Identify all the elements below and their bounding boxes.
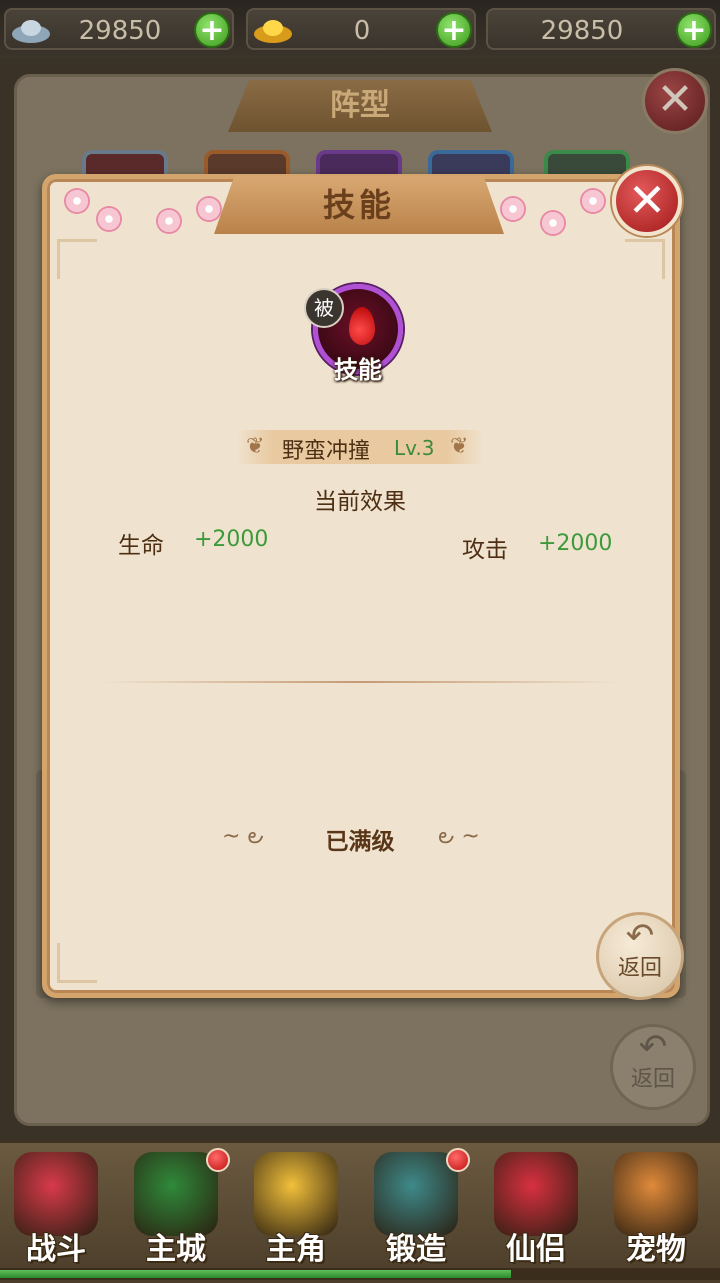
blossom-decoration xyxy=(540,210,566,236)
blood-drop-icon xyxy=(349,307,375,345)
nav-hero[interactable]: 主角 xyxy=(240,1146,352,1267)
dialog-close-button[interactable]: ✕ xyxy=(612,166,682,236)
nav-label: 锻造 xyxy=(386,1232,446,1267)
silver-amount: 29850 xyxy=(78,16,162,46)
blossom-decoration xyxy=(500,196,526,222)
silver-ingot-icon xyxy=(12,20,50,43)
nav-label: 主城 xyxy=(146,1232,206,1267)
nav-forge-hammer[interactable]: 锻造 xyxy=(360,1146,472,1267)
back-arrow-icon: ↶ xyxy=(638,1027,668,1067)
stat-hp-value: +2000 xyxy=(194,527,269,552)
nav-label: 主角 xyxy=(266,1232,326,1267)
skill-icon-label: 技能 xyxy=(334,356,382,384)
blossom-decoration xyxy=(580,188,606,214)
nav-label: 宠物 xyxy=(626,1232,686,1267)
cloud-ornament-icon: ~ ౿ xyxy=(222,824,264,849)
silver-resource: 29850 + xyxy=(4,8,234,50)
progress-fill xyxy=(0,1270,511,1278)
skill-level: Lv.3 xyxy=(394,436,435,460)
nav-city[interactable]: 主城 xyxy=(120,1146,232,1267)
nav-battle[interactable]: 战斗 xyxy=(0,1146,112,1267)
skill-name: 野蛮冲撞 xyxy=(282,439,371,464)
notification-dot xyxy=(206,1148,230,1172)
nav-label: 战斗 xyxy=(26,1232,86,1267)
stat-hp-label: 生命 xyxy=(118,533,164,559)
max-level-text: 已满级 xyxy=(325,829,395,855)
nav-label: 仙侣 xyxy=(506,1232,566,1267)
gold-ingot-icon xyxy=(254,20,292,43)
blossom-decoration xyxy=(156,208,182,234)
swirl-ornament-icon: ❦ xyxy=(450,434,469,459)
return-button[interactable]: ↶ 返回 xyxy=(596,912,684,1000)
stat-attack-value: +2000 xyxy=(538,531,613,556)
blossom-decoration xyxy=(196,196,222,222)
gold-amount: 0 xyxy=(353,16,371,46)
blossom-decoration xyxy=(96,206,122,232)
third-amount: 29850 xyxy=(540,16,624,46)
formation-title: 阵型 xyxy=(228,80,492,132)
formation-close-button[interactable]: ✕ xyxy=(642,68,708,134)
back-arrow-icon: ↶ xyxy=(625,916,655,956)
passive-badge: 被 xyxy=(304,288,344,328)
gold-resource: 0 + xyxy=(246,8,476,50)
add-silver-button[interactable]: + xyxy=(194,12,230,48)
add-third-resource-button[interactable]: + xyxy=(676,12,712,48)
swirl-ornament-icon: ❦ xyxy=(246,434,265,459)
resource-bar: 29850 + 0 + 29850 + xyxy=(0,0,720,58)
cloud-ornament-icon: ౿ ~ xyxy=(438,824,480,849)
third-resource: 29850 + xyxy=(486,8,716,50)
formation-return-button[interactable]: ↶ 返回 xyxy=(610,1024,696,1110)
nav-partner-heart[interactable]: 仙侣 xyxy=(480,1146,592,1267)
blossom-decoration xyxy=(64,188,90,214)
add-gold-button[interactable]: + xyxy=(436,12,472,48)
corner-ornament xyxy=(57,239,97,279)
corner-ornament xyxy=(57,943,97,983)
stat-attack-label: 攻击 xyxy=(462,537,508,563)
nav-pet-monkey[interactable]: 宠物 xyxy=(600,1146,712,1267)
current-effect-title: 当前效果 xyxy=(314,489,406,515)
dialog-title: 技能 xyxy=(214,176,504,234)
divider xyxy=(100,681,620,683)
corner-ornament xyxy=(625,239,665,279)
notification-dot xyxy=(446,1148,470,1172)
